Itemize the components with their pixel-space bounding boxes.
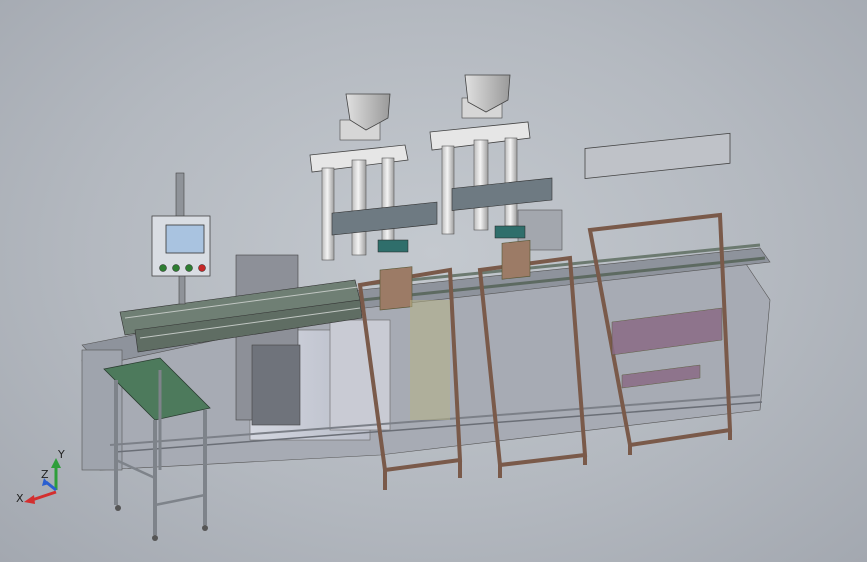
cad-viewport[interactable]: Y X Z	[0, 0, 867, 562]
hmi-screen	[165, 224, 205, 254]
machine-assembly-model[interactable]	[0, 0, 867, 562]
green-button-2	[172, 264, 180, 272]
red-stop-button	[198, 264, 206, 272]
axis-triad: Y X Z	[16, 448, 65, 505]
filling-tower-1	[309, 93, 409, 261]
green-button-3	[185, 264, 193, 272]
x-axis-label: X	[16, 492, 24, 505]
x-axis-arrow	[31, 490, 57, 502]
x-axis-arrowhead	[24, 495, 35, 504]
green-button-1	[159, 264, 167, 272]
y-axis-label: Y	[57, 448, 65, 461]
z-axis-label: Z	[41, 468, 49, 481]
hmi-control-panel[interactable]	[151, 172, 211, 305]
filling-tower-2	[429, 74, 531, 235]
